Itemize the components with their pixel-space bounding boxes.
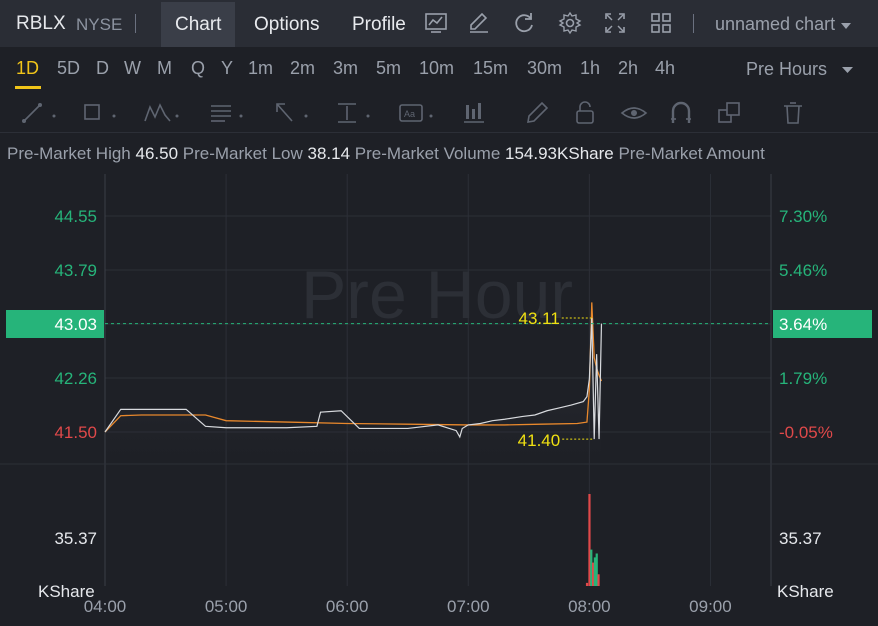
interval-1m[interactable]: 1m (248, 58, 273, 79)
interval-5m[interactable]: 5m (376, 58, 401, 79)
magnet-icon[interactable] (668, 99, 708, 127)
volume-bar (597, 574, 600, 586)
y-tick-label-left: 42.26 (54, 369, 97, 388)
fullscreen-icon[interactable] (602, 10, 628, 36)
low-marker-label: 41.40 (518, 431, 561, 450)
interval-1h[interactable]: 1h (580, 58, 600, 79)
caret-down-icon (841, 23, 852, 29)
active-interval-indicator (15, 86, 41, 89)
tab-profile[interactable]: Profile (338, 2, 420, 47)
bar-pattern-icon[interactable] (460, 99, 500, 127)
high-marker-label: 43.11 (519, 309, 560, 328)
trend-line-icon[interactable] (20, 99, 60, 127)
interval-30m[interactable]: 30m (527, 58, 562, 79)
draw-pen-icon[interactable] (466, 10, 492, 36)
interval-4h[interactable]: 4h (655, 58, 675, 79)
interval-2m[interactable]: 2m (290, 58, 315, 79)
y-tick-label-right: 1.79% (779, 369, 827, 388)
volume-tick-label-left: 35.37 (54, 529, 97, 548)
x-tick-label: 08:00 (568, 597, 611, 616)
y-tick-label-right: 5.46% (779, 261, 827, 280)
exchange-label: NYSE (76, 15, 123, 34)
stat-volume-value: 154.93KShare (505, 144, 614, 163)
ticker-symbol: RBLX (16, 13, 66, 34)
tab-options[interactable]: Options (240, 2, 333, 47)
top-header: RBLX NYSE Chart Options Profile unnamed … (0, 0, 878, 47)
y-tick-label-right: 7.30% (779, 207, 827, 226)
interval-y[interactable]: Y (221, 58, 233, 79)
stat-low-value: 38.14 (307, 144, 351, 163)
x-tick-label: 05:00 (205, 597, 248, 616)
interval-bar: 1D 5D D W M Q Y 1m 2m 3m 5m 10m 15m 30m … (0, 47, 878, 93)
interval-3m[interactable]: 3m (333, 58, 358, 79)
lock-icon[interactable] (571, 99, 611, 127)
interval-10m[interactable]: 10m (419, 58, 454, 79)
drawing-toolbar: Aa (0, 93, 878, 133)
y-tick-label-left: 43.79 (54, 261, 97, 280)
x-tick-label: 07:00 (447, 597, 490, 616)
price-chart[interactable]: Pre Hour 43.1141.40 44.55 7.30%43.79 5.46%… (0, 174, 878, 626)
x-tick-label: 04:00 (84, 597, 127, 616)
volume-unit-right: KShare (777, 582, 834, 601)
layers-icon[interactable] (716, 99, 756, 127)
y-tick-label-left: 43.03 (54, 315, 97, 334)
indicator-chart-icon[interactable] (423, 10, 449, 36)
trash-icon[interactable] (780, 99, 820, 127)
interval-m[interactable]: M (157, 58, 172, 79)
stat-volume-label: Pre-Market Volume (354, 144, 501, 163)
interval-d[interactable]: D (96, 58, 109, 79)
y-tick-label-left: 44.55 (54, 207, 97, 226)
chart-grid (0, 174, 878, 586)
interval-1d[interactable]: 1D (16, 58, 39, 79)
annotation-icon[interactable]: Aa (397, 99, 437, 127)
settings-gear-icon[interactable] (557, 10, 583, 36)
y-tick-label-right: 3.64% (779, 315, 827, 334)
x-tick-label: 06:00 (326, 597, 369, 616)
rectangle-icon[interactable] (80, 99, 120, 127)
pencil-icon[interactable] (523, 99, 563, 127)
stat-low-label: Pre-Market Low (182, 144, 303, 163)
interval-15m[interactable]: 15m (473, 58, 508, 79)
chart-name-label: unnamed chart (715, 14, 836, 34)
session-dropdown[interactable]: Pre Hours (746, 59, 827, 80)
eye-icon[interactable] (620, 99, 660, 127)
chart-name-dropdown[interactable]: unnamed chart (715, 14, 852, 35)
interval-2h[interactable]: 2h (618, 58, 638, 79)
chart-series: 43.11 41.40 (104, 302, 771, 586)
caret-down-icon[interactable] (842, 66, 853, 74)
y-tick-label-right: -0.05% (779, 423, 833, 442)
wave-pattern-icon[interactable] (143, 99, 183, 127)
premarket-stats: Pre-Market High 46.50 Pre-Market Low 38.… (7, 144, 878, 164)
tab-chart[interactable]: Chart (161, 2, 236, 47)
x-tick-label: 09:00 (689, 597, 732, 616)
volume-tick-label-right: 35.37 (779, 529, 822, 548)
text-note-icon[interactable] (207, 99, 247, 127)
price-range-icon[interactable] (334, 99, 374, 127)
volume-bar (585, 582, 589, 586)
stat-high-value: 46.50 (135, 144, 179, 163)
divider (693, 14, 694, 33)
stat-amount-label: Pre-Market Amount (618, 144, 765, 163)
interval-5d[interactable]: 5D (57, 58, 80, 79)
y-tick-label-left: 41.50 (54, 423, 97, 442)
interval-q[interactable]: Q (191, 58, 205, 79)
arrow-icon[interactable] (272, 99, 312, 127)
divider (135, 14, 136, 33)
refresh-icon[interactable] (511, 10, 537, 36)
stat-high-label: Pre-Market High (7, 144, 131, 163)
interval-w[interactable]: W (124, 58, 141, 79)
svg-text:Aa: Aa (404, 109, 415, 119)
layout-grid-icon[interactable] (648, 10, 674, 36)
